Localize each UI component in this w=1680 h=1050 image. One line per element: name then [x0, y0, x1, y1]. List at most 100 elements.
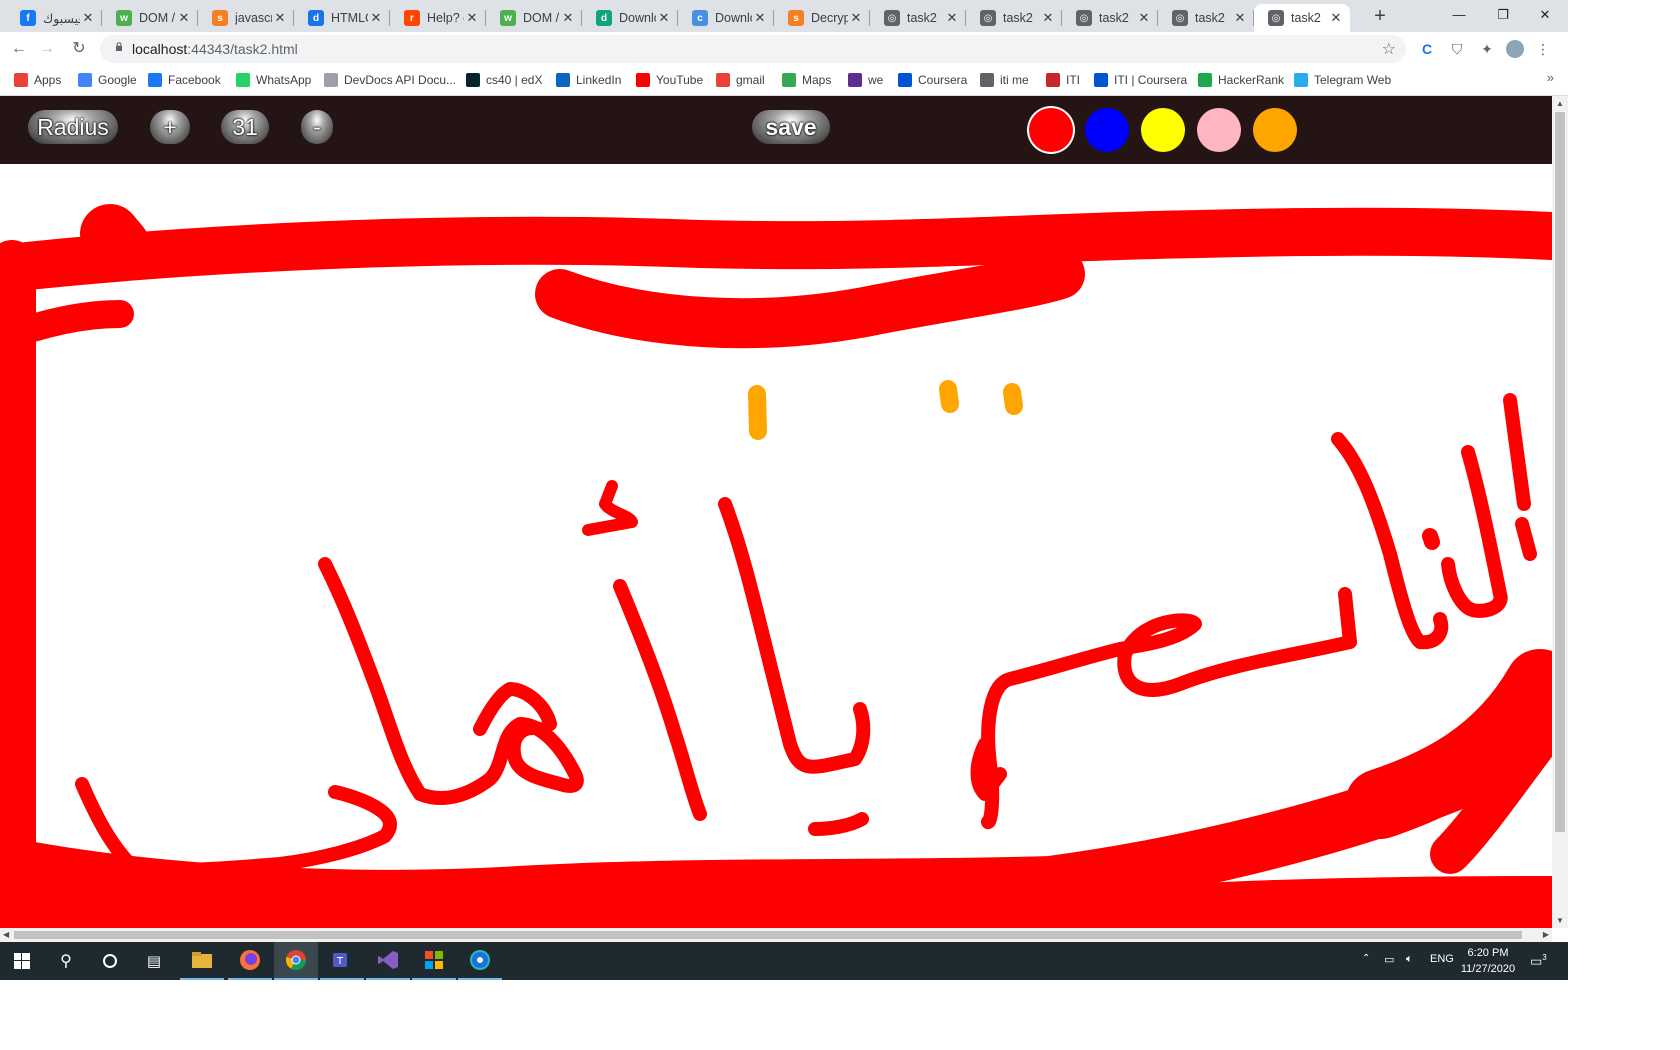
browser-tab[interactable]: w DOM / ✕ [486, 4, 582, 32]
save-button[interactable]: save [752, 110, 830, 144]
bookmark-item[interactable]: iti me [980, 71, 1029, 89]
browser-tab[interactable]: ◎ task2 ✕ [870, 4, 966, 32]
decrease-radius-button[interactable]: - [301, 110, 333, 144]
close-window-button[interactable]: ✕ [1522, 4, 1568, 26]
tab-close-icon[interactable]: ✕ [560, 10, 576, 26]
bookmark-item[interactable]: Google [78, 71, 137, 89]
volume-icon[interactable]: 🔈︎ [1406, 953, 1413, 966]
bookmark-item[interactable]: Apps [14, 71, 61, 89]
browser-tab[interactable]: ◎ task2 ✕ [1254, 4, 1350, 32]
extension-c-icon[interactable]: C [1418, 40, 1436, 58]
clock-date: 11/27/2020 [1460, 963, 1516, 975]
radius-value: 31 [221, 110, 269, 144]
tab-close-icon[interactable]: ✕ [272, 10, 288, 26]
browser-tab[interactable]: w DOM / ✕ [102, 4, 198, 32]
forward-arrow-icon[interactable]: → [36, 39, 58, 59]
bookmark-label: Apps [34, 73, 62, 87]
visual-studio-icon[interactable] [366, 942, 410, 980]
bookmark-item[interactable]: ITI [1046, 71, 1080, 89]
office-icon[interactable] [412, 942, 456, 980]
drawing-canvas[interactable] [0, 164, 1552, 928]
browser-tab[interactable]: ◎ task2 ✕ [966, 4, 1062, 32]
color-swatch-red[interactable] [1029, 108, 1073, 152]
show-hidden-icons-chevron-icon[interactable]: ⌃ [1362, 953, 1370, 964]
back-arrow-icon[interactable]: ← [8, 39, 30, 59]
firefox-icon[interactable] [228, 942, 272, 980]
globe-icon: ◎ [1268, 10, 1284, 26]
horizontal-scrollbar[interactable]: ◀ ▶ [0, 928, 1552, 942]
address-bar[interactable]: localhost:44343/task2.html ☆ [100, 35, 1406, 63]
restore-button[interactable]: ❐ [1480, 4, 1526, 26]
tab-close-icon[interactable]: ✕ [1136, 10, 1152, 26]
extensions-puzzle-icon[interactable]: ✦ [1478, 40, 1496, 58]
tab-close-icon[interactable]: ✕ [752, 10, 768, 26]
battery-icon[interactable]: ▭ [1384, 953, 1394, 966]
reload-icon[interactable]: ↻ [68, 39, 90, 59]
bookmark-item[interactable]: gmail [716, 71, 765, 89]
language-indicator[interactable]: ENG [1430, 953, 1454, 965]
tab-close-icon[interactable]: ✕ [1232, 10, 1248, 26]
teams-icon[interactable]: T [320, 942, 364, 980]
vertical-scrollbar[interactable]: ▲ ▼ [1552, 96, 1568, 928]
new-tab-button[interactable]: + [1370, 6, 1390, 26]
search-icon[interactable]: ⚲ [44, 942, 88, 980]
browser-tab[interactable]: s javascri✕ [198, 4, 294, 32]
system-clock[interactable]: 6:20 PM 11/27/2020 [1456, 945, 1520, 977]
shield-extension-icon[interactable]: ⛉ [1448, 40, 1466, 58]
cortana-icon[interactable] [88, 942, 132, 980]
increase-radius-button[interactable]: + [150, 110, 190, 144]
bookmark-item[interactable]: Maps [782, 71, 831, 89]
browser-tab[interactable]: f فيسبوك✕ [6, 4, 102, 32]
browser-tab[interactable]: c Downlo✕ [678, 4, 774, 32]
browser-tab[interactable]: r Help? c✕ [390, 4, 486, 32]
tab-close-icon[interactable]: ✕ [1040, 10, 1056, 26]
browser-tab[interactable]: ◎ task2 ✕ [1158, 4, 1254, 32]
tab-close-icon[interactable]: ✕ [176, 10, 192, 26]
color-swatch-pink[interactable] [1197, 108, 1241, 152]
profile-avatar[interactable] [1506, 40, 1524, 58]
bookmark-item[interactable]: we [848, 71, 883, 89]
vertical-scroll-thumb[interactable] [1555, 112, 1565, 832]
tab-title: task2 [907, 11, 937, 25]
tab-close-icon[interactable]: ✕ [656, 10, 672, 26]
more-bookmarks-icon[interactable]: » [1547, 70, 1554, 85]
tab-close-icon[interactable]: ✕ [1328, 10, 1344, 26]
chrome-icon[interactable] [274, 942, 318, 980]
handwriting-stroke [613, 579, 707, 821]
telegram-icon [1294, 73, 1308, 87]
windows-start-icon[interactable] [0, 942, 44, 980]
bookmark-item[interactable]: Coursera [898, 71, 967, 89]
tab-close-icon[interactable]: ✕ [368, 10, 384, 26]
bookmark-item[interactable]: DevDocs API Docu... [324, 71, 456, 89]
tab-close-icon[interactable]: ✕ [464, 10, 480, 26]
browser-tab[interactable]: d Downlo✕ [582, 4, 678, 32]
file-explorer-icon[interactable] [180, 942, 224, 980]
browser-tab[interactable]: d HTMLC✕ [294, 4, 390, 32]
browser-tab[interactable]: s Decryp ✕ [774, 4, 870, 32]
color-swatch-blue[interactable] [1085, 108, 1129, 152]
tab-close-icon[interactable]: ✕ [80, 10, 96, 26]
bookmark-item[interactable]: Facebook [148, 71, 221, 89]
bookmark-item[interactable]: Telegram Web [1294, 71, 1391, 89]
vs-code-insiders-icon[interactable] [458, 942, 502, 980]
tab-close-icon[interactable]: ✕ [848, 10, 864, 26]
bookmark-item[interactable]: YouTube [636, 71, 703, 89]
browser-tab[interactable]: ◎ task2 ✕ [1062, 4, 1158, 32]
notification-center-icon[interactable]: ▭3 [1530, 953, 1547, 969]
minimize-button[interactable]: — [1436, 4, 1482, 26]
tab-close-icon[interactable]: ✕ [944, 10, 960, 26]
bookmark-item[interactable]: LinkedIn [556, 71, 621, 89]
tab-title: javascri [235, 11, 272, 25]
bookmark-item[interactable]: ITI | Coursera [1094, 71, 1187, 89]
bookmark-item[interactable]: HackerRank [1198, 71, 1284, 89]
task-view-icon[interactable]: ▤ [132, 942, 176, 980]
bookmark-item[interactable]: cs40 | edX [466, 71, 542, 89]
horizontal-scroll-thumb[interactable] [14, 931, 1522, 939]
bookmark-star-icon[interactable]: ☆ [1382, 39, 1396, 59]
bookmark-item[interactable]: WhatsApp [236, 71, 311, 89]
handwriting-stroke [1338, 587, 1357, 649]
menu-kebab-icon[interactable]: ⋮ [1534, 40, 1552, 58]
orange-stroke [748, 385, 767, 440]
color-swatch-orange[interactable] [1253, 108, 1297, 152]
color-swatch-yellow[interactable] [1141, 108, 1185, 152]
